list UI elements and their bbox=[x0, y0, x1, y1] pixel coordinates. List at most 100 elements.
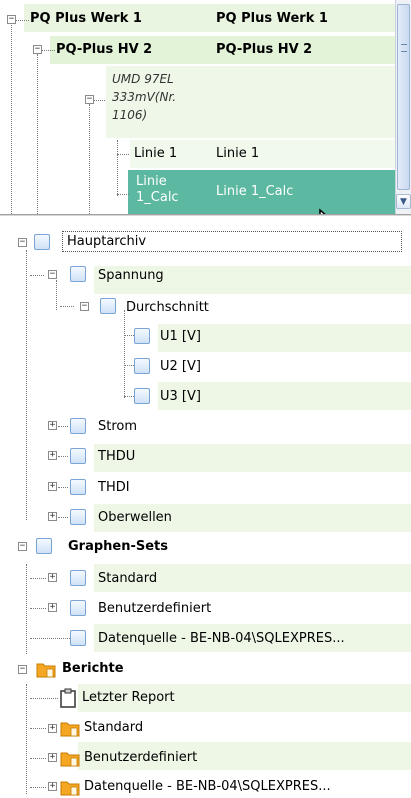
plus-box-icon[interactable]: + bbox=[48, 512, 57, 521]
tree-line bbox=[30, 638, 70, 639]
tree-item-berichte[interactable]: Berichte bbox=[62, 661, 124, 676]
minus-box-icon[interactable]: − bbox=[7, 15, 16, 24]
minus-box-icon[interactable]: − bbox=[80, 302, 89, 311]
row-band bbox=[94, 444, 411, 472]
device-line: 1106) bbox=[112, 108, 148, 122]
tree-item-graphen-sets[interactable]: Graphen-Sets bbox=[68, 539, 168, 554]
tree-line bbox=[58, 426, 68, 427]
tree-item-benutzerdefiniert[interactable]: Benutzerdefiniert bbox=[98, 601, 211, 616]
tree-line bbox=[30, 787, 46, 788]
blue-square-node-icon bbox=[36, 538, 52, 554]
scroll-thumb[interactable] bbox=[397, 4, 410, 190]
tree-item-hauptarchiv[interactable]: Hauptarchiv bbox=[62, 231, 402, 252]
tree-line bbox=[26, 684, 27, 794]
device-grid: − − − PQ Plus Werk 1 PQ Plus Werk 1 PQ-P… bbox=[0, 0, 411, 214]
tree-item-berichte-datenquelle[interactable]: Datenquelle - BE-NB-04\SQLEXPRES... bbox=[84, 779, 331, 794]
tree-item-letzter-report[interactable]: Letzter Report bbox=[82, 690, 175, 705]
blue-square-node-icon bbox=[70, 630, 86, 646]
tree-item-strom[interactable]: Strom bbox=[98, 419, 137, 434]
blue-square-node-icon bbox=[70, 266, 86, 282]
grid-value-cell: Linie 1 bbox=[216, 146, 260, 161]
tree-line bbox=[58, 487, 68, 488]
tree-item-durchschnitt[interactable]: Durchschnitt bbox=[126, 300, 209, 315]
archive-tree: − Hauptarchiv − Spannung − Durchschnitt … bbox=[0, 216, 411, 798]
device-line: 333mV(Nr. bbox=[112, 90, 177, 104]
tree-line bbox=[58, 456, 68, 457]
grid-name-cell: PQ Plus Werk 1 bbox=[30, 11, 142, 26]
tree-line bbox=[60, 306, 74, 307]
tree-item-berichte-benutzerdefiniert[interactable]: Benutzerdefiniert bbox=[84, 750, 197, 765]
tree-item-berichte-standard[interactable]: Standard bbox=[84, 720, 143, 735]
tree-line bbox=[30, 698, 58, 699]
plus-box-icon[interactable]: + bbox=[48, 782, 57, 791]
tree-line bbox=[124, 365, 134, 366]
blue-square-node-icon bbox=[70, 448, 86, 464]
blue-square-node-icon bbox=[70, 570, 86, 586]
grid-value-cell: Linie 1_Calc bbox=[216, 184, 294, 199]
grid-device-cell: UMD 97EL 333mV(Nr. 1106) bbox=[112, 70, 176, 124]
tree-item-u2[interactable]: U2 [V] bbox=[160, 359, 201, 374]
tree-line bbox=[30, 275, 44, 276]
folder-icon bbox=[60, 752, 80, 767]
tree-line bbox=[30, 578, 46, 579]
blue-square-node-icon bbox=[70, 600, 86, 616]
tree-item-u1[interactable]: U1 [V] bbox=[160, 329, 201, 344]
chevron-down-icon[interactable]: ▼ bbox=[396, 194, 411, 209]
tree-line bbox=[124, 310, 125, 398]
tree-line bbox=[56, 280, 57, 310]
blue-square-node-icon bbox=[134, 328, 150, 344]
tree-line bbox=[26, 250, 27, 520]
name-line: Linie bbox=[136, 174, 167, 189]
blue-square-node-icon bbox=[134, 358, 150, 374]
grid-name-cell: Linie 1 bbox=[134, 146, 178, 161]
minus-box-icon[interactable]: − bbox=[18, 665, 27, 674]
tree-item-oberwellen[interactable]: Oberwellen bbox=[98, 510, 172, 525]
blue-square-node-icon bbox=[100, 298, 116, 314]
minus-box-icon[interactable]: − bbox=[48, 270, 57, 279]
tree-line bbox=[30, 758, 46, 759]
plus-box-icon[interactable]: + bbox=[48, 753, 57, 762]
minus-box-icon[interactable]: − bbox=[18, 542, 27, 551]
tree-line bbox=[124, 335, 134, 336]
grid-name-cell: Linie 1_Calc bbox=[136, 174, 179, 206]
minus-box-icon[interactable]: − bbox=[33, 45, 42, 54]
tree-line bbox=[37, 54, 38, 214]
tree-item-thdu[interactable]: THDU bbox=[98, 449, 135, 464]
plus-box-icon[interactable]: + bbox=[48, 451, 57, 460]
plus-box-icon[interactable]: + bbox=[48, 573, 57, 582]
tree-item-u3[interactable]: U3 [V] bbox=[160, 389, 201, 404]
tree-line bbox=[117, 154, 129, 155]
tree-line bbox=[11, 20, 12, 214]
tree-line bbox=[117, 140, 118, 196]
grid-value-cell: PQ-Plus HV 2 bbox=[216, 42, 313, 57]
tree-line bbox=[117, 194, 129, 195]
tree-item-spannung[interactable]: Spannung bbox=[98, 268, 164, 283]
tree-line bbox=[30, 608, 46, 609]
blue-square-node-icon bbox=[134, 388, 150, 404]
tree-item-datenquelle[interactable]: Datenquelle - BE-NB-04\SQLEXPRES... bbox=[98, 631, 345, 646]
plus-box-icon[interactable]: + bbox=[48, 482, 57, 491]
minus-box-icon[interactable]: − bbox=[85, 95, 94, 104]
blue-square-node-icon bbox=[34, 234, 50, 250]
tree-line bbox=[41, 50, 55, 51]
folder-icon bbox=[60, 781, 80, 796]
tree-line bbox=[26, 564, 27, 654]
plus-box-icon[interactable]: + bbox=[48, 421, 57, 430]
grid-name-cell: PQ-Plus HV 2 bbox=[56, 42, 153, 57]
tree-line bbox=[124, 396, 134, 397]
minus-box-icon[interactable]: − bbox=[18, 238, 27, 247]
tree-line bbox=[30, 728, 46, 729]
name-line: 1_Calc bbox=[136, 190, 179, 205]
tree-item-standard[interactable]: Standard bbox=[98, 571, 157, 586]
tree-item-thdi[interactable]: THDI bbox=[98, 480, 130, 495]
plus-box-icon[interactable]: + bbox=[48, 724, 57, 733]
grid-value-cell: PQ Plus Werk 1 bbox=[216, 11, 328, 26]
tree-line bbox=[58, 517, 68, 518]
blue-square-node-icon bbox=[70, 418, 86, 434]
blue-square-node-icon bbox=[70, 509, 86, 525]
plus-box-icon[interactable]: + bbox=[48, 603, 57, 612]
grip-icon bbox=[401, 44, 407, 52]
folder-icon bbox=[36, 663, 56, 678]
blue-square-node-icon bbox=[70, 479, 86, 495]
tree-line bbox=[15, 20, 29, 21]
